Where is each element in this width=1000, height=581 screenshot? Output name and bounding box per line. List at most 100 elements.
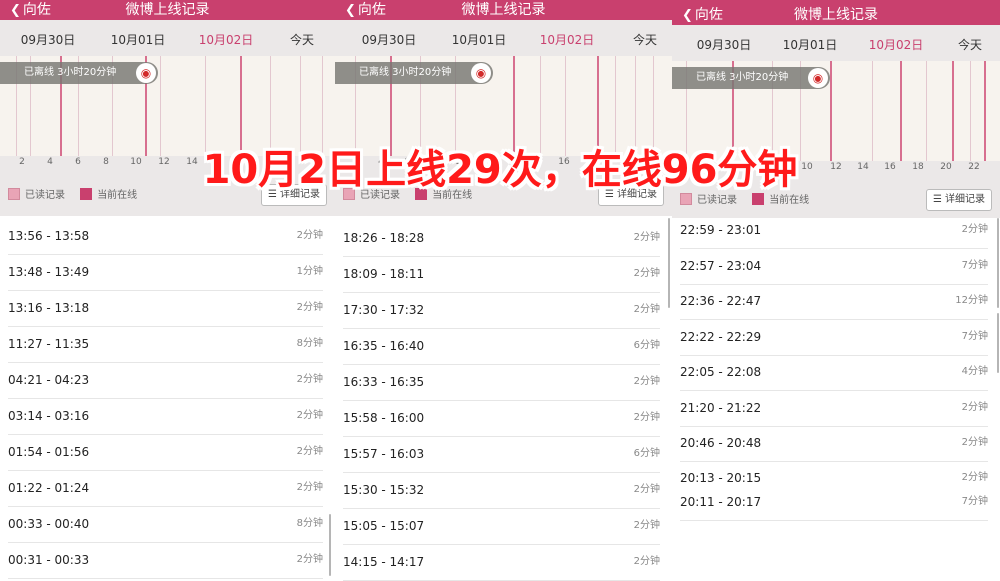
list-item[interactable]: 16:33 - 16:35 2分钟 (343, 364, 660, 401)
screenshot-panel-3: ❮ 向佐 微博上线记录 09月30日 10月01日 10月02日 今天 已离线 3… (672, 0, 1000, 581)
session-duration: 1分钟 (296, 266, 323, 277)
session-list: 18:26 - 18:28 2分钟 18:09 - 18:11 2分钟 17:30 … (335, 218, 672, 581)
session-duration: 7分钟 (961, 496, 988, 507)
tab-oct-02[interactable]: 10月02日 (856, 33, 936, 57)
session-time-range: 14:15 - 14:17 (343, 555, 425, 569)
offline-status-text: 已离线 3小时20分钟 (696, 72, 789, 83)
axis-label: 6 (75, 157, 81, 167)
session-time-range: 17:30 - 17:32 (343, 303, 425, 317)
list-item[interactable]: 04:21 - 04:23 2分钟 (8, 362, 323, 399)
legend-read-label: 已读记录 (25, 190, 65, 201)
list-item[interactable]: 01:22 - 01:24 2分钟 (8, 470, 323, 507)
list-item[interactable]: 15:05 - 15:07 2分钟 (343, 508, 660, 545)
tab-oct-02[interactable]: 10月02日 (186, 28, 266, 52)
tab-oct-02[interactable]: 10月02日 (527, 28, 607, 52)
session-time-range: 04:21 - 04:23 (8, 373, 90, 387)
list-item[interactable]: 14:15 - 14:17 2分钟 (343, 544, 660, 581)
offline-status-text: 已离线 3小时20分钟 (359, 67, 452, 78)
list-item[interactable]: 11:27 - 11:35 8分钟 (8, 326, 323, 363)
list-item[interactable]: 17:30 - 17:32 2分钟 (343, 292, 660, 329)
tab-sep-30[interactable]: 09月30日 (349, 28, 429, 52)
timeline-tick (970, 61, 971, 161)
list-item[interactable]: 13:48 - 13:49 1分钟 (8, 254, 323, 291)
session-time-range: 22:36 - 22:47 (680, 294, 762, 308)
offline-status-text: 已离线 3小时20分钟 (24, 67, 117, 78)
session-duration: 2分钟 (296, 410, 323, 421)
session-duration: 2分钟 (961, 437, 988, 448)
list-item[interactable]: 13:56 - 13:58 2分钟 (8, 218, 323, 255)
session-time-range: 01:22 - 01:24 (8, 481, 90, 495)
page-title: 微博上线记录 (461, 2, 546, 18)
tab-today[interactable]: 今天 (605, 28, 672, 52)
list-item[interactable]: 00:31 - 00:33 2分钟 (8, 542, 323, 579)
session-duration: 2分钟 (633, 304, 660, 315)
list-scrollbar[interactable] (668, 218, 670, 308)
session-time-range: 13:16 - 13:18 (8, 301, 90, 315)
session-duration: 2分钟 (633, 268, 660, 279)
session-duration: 7分钟 (961, 260, 988, 271)
session-duration: 2分钟 (296, 554, 323, 565)
session-duration: 2分钟 (296, 482, 323, 493)
tab-today[interactable]: 今天 (930, 33, 1000, 57)
list-item[interactable]: 20:46 - 20:48 2分钟 (680, 425, 988, 462)
session-time-range: 01:54 - 01:56 (8, 445, 90, 459)
list-item[interactable]: 15:58 - 16:00 2分钟 (343, 400, 660, 437)
timeline-online-mark (952, 61, 954, 161)
list-item[interactable]: 22:59 - 23:01 2分钟 (680, 212, 988, 249)
axis-label: 18 (912, 162, 924, 172)
session-time-range: 20:46 - 20:48 (680, 436, 762, 450)
list-item[interactable]: 20:11 - 20:17 7分钟 (680, 484, 988, 521)
session-time-range: 22:05 - 22:08 (680, 365, 762, 379)
tab-oct-01[interactable]: 10月01日 (98, 28, 178, 52)
session-duration: 8分钟 (296, 518, 323, 529)
list-item[interactable]: 18:09 - 18:11 2分钟 (343, 256, 660, 293)
list-item[interactable]: 01:54 - 01:56 2分钟 (8, 434, 323, 471)
page-title: 微博上线记录 (794, 7, 878, 23)
list-item[interactable]: 00:33 - 00:40 8分钟 (8, 506, 323, 543)
session-time-range: 16:35 - 16:40 (343, 339, 425, 353)
session-time-range: 00:31 - 00:33 (8, 553, 90, 567)
session-duration: 2分钟 (961, 402, 988, 413)
axis-label: 2 (19, 157, 25, 167)
list-item[interactable]: 16:35 - 16:40 6分钟 (343, 328, 660, 365)
tab-sep-30[interactable]: 09月30日 (8, 28, 88, 52)
detail-records-button[interactable]: ☰ 详细记录 (926, 189, 992, 211)
session-duration: 2分钟 (633, 556, 660, 567)
tab-oct-01[interactable]: 10月01日 (439, 28, 519, 52)
session-time-range: 16:33 - 16:35 (343, 375, 425, 389)
session-duration: 7分钟 (961, 331, 988, 342)
session-duration: 2分钟 (296, 302, 323, 313)
tab-oct-01[interactable]: 10月01日 (770, 33, 850, 57)
weibo-icon[interactable]: ◉ (471, 63, 491, 83)
weibo-icon[interactable]: ◉ (808, 68, 828, 88)
session-time-range: 21:20 - 21:22 (680, 401, 762, 415)
list-item[interactable]: 22:22 - 22:29 7分钟 (680, 319, 988, 356)
list-item[interactable]: 21:20 - 21:22 2分钟 (680, 390, 988, 427)
list-scrollbar[interactable] (329, 514, 331, 576)
list-item[interactable]: 15:57 - 16:03 6分钟 (343, 436, 660, 473)
list-item[interactable]: 03:14 - 03:16 2分钟 (8, 398, 323, 435)
session-duration: 12分钟 (955, 295, 988, 306)
offline-status-bar: 已离线 3小时20分钟 ◉ (0, 62, 158, 84)
list-item[interactable]: 22:05 - 22:08 4分钟 (680, 354, 988, 391)
list-item[interactable]: 13:16 - 13:18 2分钟 (8, 290, 323, 327)
list-item[interactable]: 22:57 - 23:04 7分钟 (680, 248, 988, 285)
list-item[interactable]: 22:36 - 22:47 12分钟 (680, 283, 988, 320)
tab-sep-30[interactable]: 09月30日 (684, 33, 764, 57)
session-duration: 6分钟 (633, 340, 660, 351)
date-tab-bar: 09月30日 10月01日 10月02日 今天 (672, 33, 1000, 57)
weibo-icon[interactable]: ◉ (136, 63, 156, 83)
tab-today[interactable]: 今天 (262, 28, 335, 52)
list-scrollbar[interactable] (997, 218, 999, 308)
list-scrollbar[interactable] (997, 313, 999, 373)
screenshot-panel-1: ❮ 向佐 微博上线记录 09月30日 10月01日 10月02日 今天 已离线 3… (0, 0, 335, 581)
session-duration: 2分钟 (961, 224, 988, 235)
nav-bar: ❮ 向佐 微博上线记录 (672, 5, 1000, 25)
list-item[interactable]: 15:30 - 15:32 2分钟 (343, 472, 660, 509)
offline-status-bar: 已离线 3小时20分钟 ◉ (672, 67, 830, 89)
screenshot-panel-2: ❮ 向佐 微博上线记录 09月30日 10月01日 10月02日 今天 已离线 3… (335, 0, 672, 581)
session-time-range: 13:56 - 13:58 (8, 229, 90, 243)
session-duration: 2分钟 (296, 230, 323, 241)
session-time-range: 13:48 - 13:49 (8, 265, 90, 279)
list-item[interactable]: 18:26 - 18:28 2分钟 (343, 220, 660, 257)
